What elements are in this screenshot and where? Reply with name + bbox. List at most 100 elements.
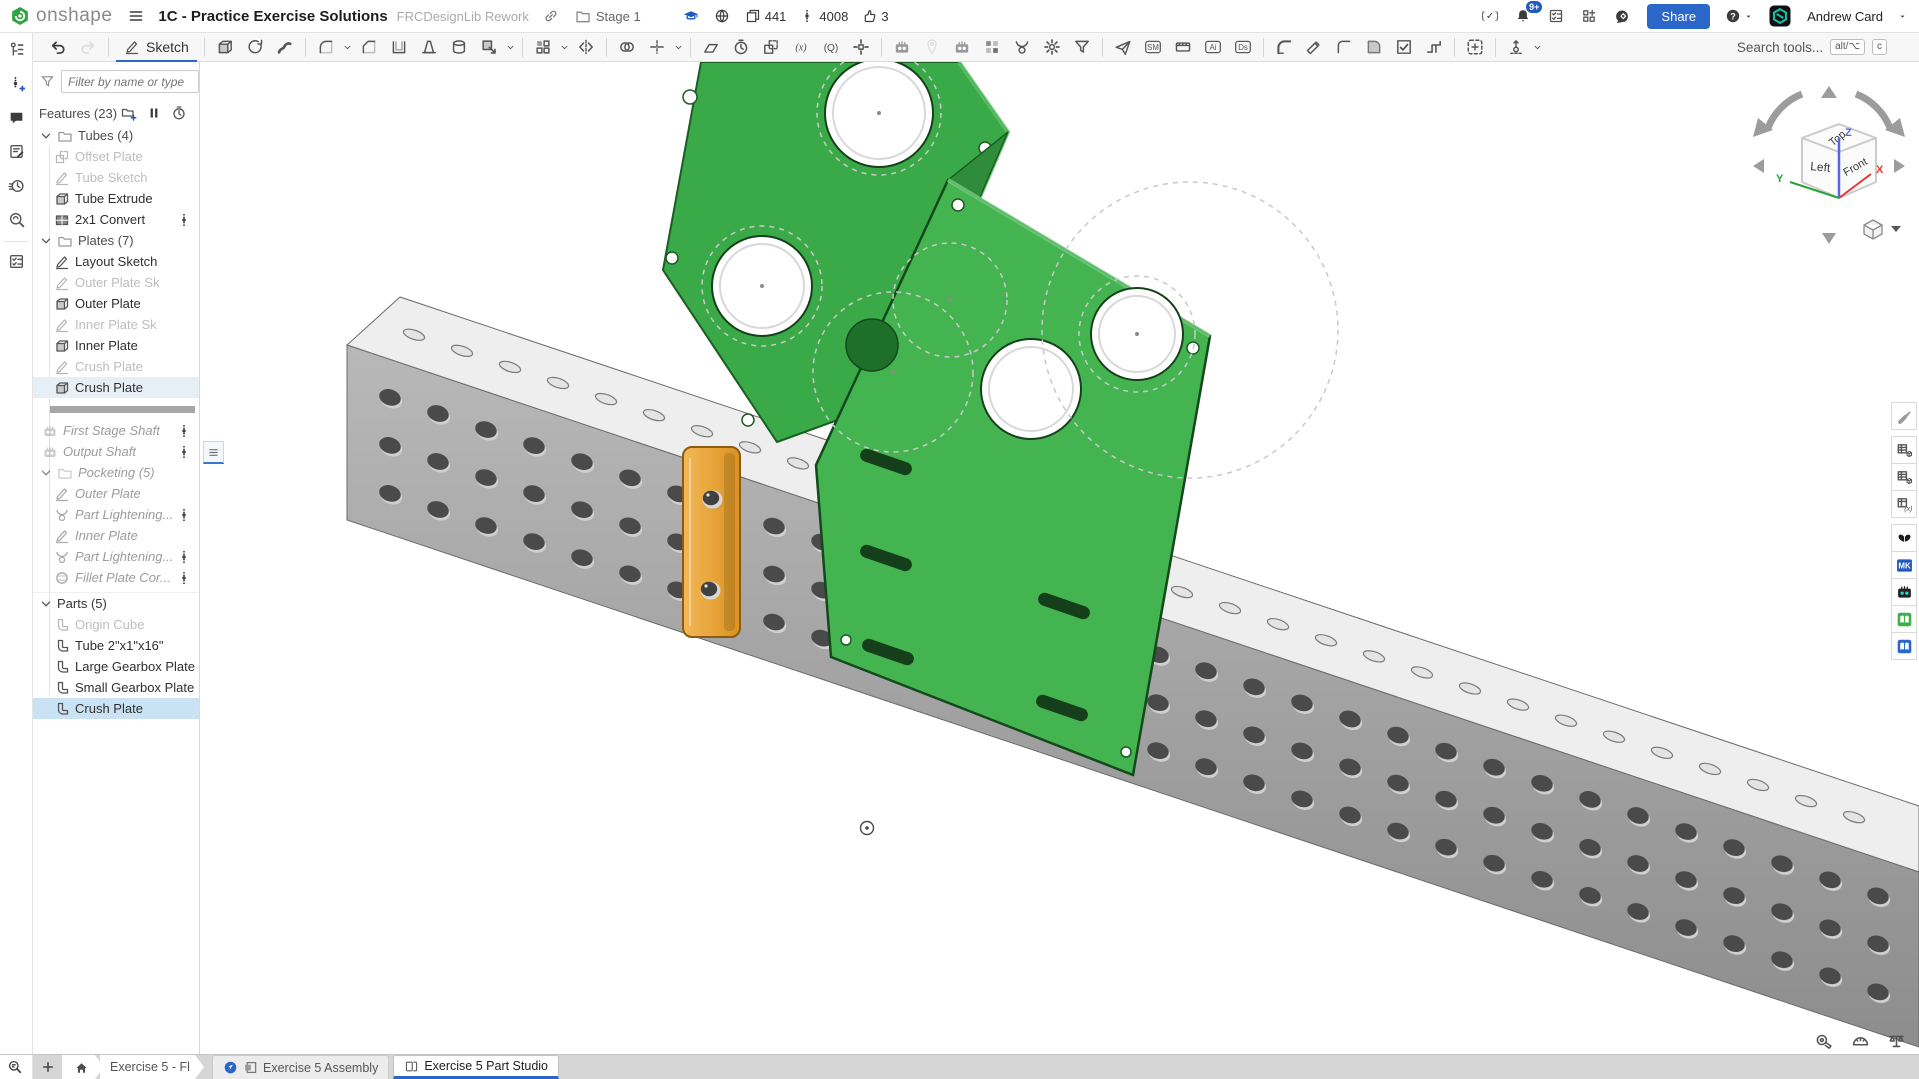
comments-icon[interactable]	[4, 105, 28, 129]
chevron-down-icon[interactable]	[559, 42, 570, 53]
tree-item[interactable]: Layout Sketch	[33, 251, 199, 272]
checklist-icon[interactable]	[4, 241, 28, 273]
appearance-panel-icon[interactable]	[1891, 402, 1917, 430]
tree-item[interactable]: Inner Plate Sk	[33, 314, 199, 335]
redo-icon[interactable]	[75, 35, 101, 60]
tree-item[interactable]: Tube 2"x1"x16"	[33, 635, 199, 656]
hamburger-menu-icon[interactable]	[128, 7, 146, 25]
mirror-icon[interactable]	[573, 35, 599, 60]
sweep-icon[interactable]	[272, 35, 298, 60]
rollback-bar-handle[interactable]	[50, 406, 195, 413]
tree-item[interactable]: Inner Plate	[33, 335, 199, 356]
rotate-right-arrow[interactable]	[1894, 159, 1905, 173]
chevron-down-icon[interactable]	[342, 42, 353, 53]
chevron-down-icon[interactable]	[1532, 42, 1543, 53]
workspace-crumb[interactable]: Stage 1	[575, 8, 641, 24]
panel-flyout-handle[interactable]	[203, 441, 224, 464]
tab-exercise-5-flip[interactable]: Exercise 5 - Flip	[100, 1055, 204, 1079]
rotate-cw-arrow[interactable]	[1856, 94, 1890, 128]
tree-item[interactable]: Large Gearbox Plate	[33, 656, 199, 677]
chamfer-icon[interactable]	[356, 35, 382, 60]
custom-feature-robot-icon[interactable]	[889, 35, 915, 60]
featurescript-search-icon[interactable]: (Q)	[818, 35, 844, 60]
green-library-app-icon[interactable]	[1891, 605, 1917, 633]
helix-icon[interactable]	[728, 35, 754, 60]
notes-icon[interactable]	[4, 139, 28, 163]
add-folder-icon[interactable]	[121, 105, 137, 121]
tree-item[interactable]: Outer Plate	[33, 483, 199, 504]
search-in-document-icon[interactable]	[4, 207, 28, 231]
add-origin-icon[interactable]	[1462, 35, 1488, 60]
tree-item[interactable]: First Stage Shaft	[33, 420, 199, 441]
crush-plate-part-selected[interactable]	[683, 447, 740, 637]
measure-angle-icon[interactable]	[1851, 1030, 1871, 1050]
film-icon[interactable]	[1170, 35, 1196, 60]
send-icon[interactable]	[1110, 35, 1136, 60]
tree-item[interactable]: Crush Plate	[33, 356, 199, 377]
link-icon[interactable]	[543, 7, 561, 25]
measure-length-icon[interactable]	[1815, 1030, 1835, 1050]
notifications-bell-icon[interactable]: 9+	[1515, 7, 1533, 25]
search-tabs-icon[interactable]	[7, 1058, 25, 1076]
feature-list-icon[interactable]	[4, 37, 28, 61]
frame-table-icon[interactable]	[1891, 463, 1917, 491]
versions-stat[interactable]: 4008	[799, 8, 848, 24]
chevron-down-icon[interactable]	[38, 465, 54, 481]
tab-exercise-5-assembly[interactable]: Exercise 5 Assembly	[212, 1055, 389, 1079]
tree-item[interactable]: Fillet Plate Cor...	[33, 567, 199, 588]
feature-state-dots-icon[interactable]	[176, 507, 190, 523]
tab-exercise-5-part-studio[interactable]: Exercise 5 Part Studio	[393, 1055, 559, 1079]
plane-icon[interactable]	[698, 35, 724, 60]
graphics-area[interactable]: Top Left Front Z X Y (x)MK	[200, 62, 1919, 1054]
corner-fill-icon[interactable]	[1361, 35, 1387, 60]
view-options-button[interactable]	[1864, 220, 1901, 239]
butterfly-app-icon[interactable]	[1891, 524, 1917, 552]
rotate-ccw-arrow[interactable]	[1768, 94, 1802, 128]
app-store-icon[interactable]	[1581, 7, 1599, 25]
tree-section[interactable]: Parts (5)	[33, 592, 199, 614]
copies-stat[interactable]: 441	[745, 8, 787, 24]
ai-badge-icon[interactable]: Ai	[1200, 35, 1226, 60]
rotate-left-arrow[interactable]	[1753, 159, 1764, 173]
release-checklist-icon[interactable]	[1548, 7, 1566, 25]
bend-icon[interactable]	[1271, 35, 1297, 60]
learning-center-icon[interactable]	[1614, 7, 1632, 25]
transform-icon[interactable]	[758, 35, 784, 60]
chevron-down-icon[interactable]	[673, 42, 684, 53]
chevron-down-icon[interactable]	[38, 596, 54, 612]
tree-item[interactable]: Offset Plate	[33, 146, 199, 167]
onshape-logo-icon[interactable]	[10, 6, 30, 26]
custom-feature-robot-2-icon[interactable]	[949, 35, 975, 60]
feature-state-dots-icon[interactable]	[176, 444, 190, 460]
wire-icon[interactable]	[1421, 35, 1447, 60]
tree-item[interactable]: Crush Plate	[33, 377, 199, 398]
tree-item[interactable]: Tube Sketch	[33, 167, 199, 188]
rotate-up-arrow[interactable]	[1821, 86, 1837, 98]
help-menu[interactable]: ?	[1725, 8, 1753, 24]
tree-folder[interactable]: Tubes (4)	[33, 125, 199, 146]
variable-icon[interactable]: (x)	[788, 35, 814, 60]
rollback-clock-icon[interactable]	[171, 105, 187, 121]
shell-icon[interactable]	[386, 35, 412, 60]
split-icon[interactable]	[644, 35, 670, 60]
tree-folder[interactable]: Plates (7)	[33, 230, 199, 251]
linear-pattern-icon[interactable]	[530, 35, 556, 60]
tree-item[interactable]: Small Gearbox Plate	[33, 677, 199, 698]
add-tab-button[interactable]	[37, 1056, 59, 1078]
versions-icon[interactable]	[4, 71, 28, 95]
tree-item[interactable]: 2x1 Convert	[33, 209, 199, 230]
pin-icon[interactable]	[919, 35, 945, 60]
undo-icon[interactable]	[45, 35, 71, 60]
robot-app-icon[interactable]	[1891, 578, 1917, 606]
user-name[interactable]: Andrew Card	[1807, 9, 1883, 24]
sketch-button[interactable]: Sketch	[114, 33, 199, 62]
filter-input[interactable]	[61, 70, 199, 93]
blue-library-app-icon[interactable]	[1891, 632, 1917, 660]
boolean-icon[interactable]	[614, 35, 640, 60]
gear-feature-icon[interactable]	[1039, 35, 1065, 60]
chevron-down-icon[interactable]	[38, 128, 54, 144]
tree-item[interactable]: Part Lightening...	[33, 504, 199, 525]
feature-state-dots-icon[interactable]	[176, 212, 190, 228]
finish-pattern-icon[interactable]	[979, 35, 1005, 60]
ds-badge-icon[interactable]: Ds	[1230, 35, 1256, 60]
